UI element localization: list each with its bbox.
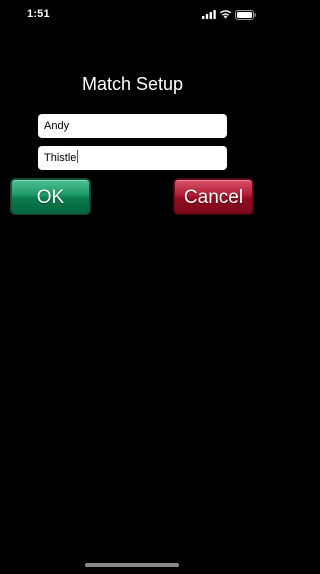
- cancel-button-label: Cancel: [183, 187, 244, 208]
- player2-name-value: Thistle: [44, 152, 77, 164]
- status-time: 1:51: [27, 8, 50, 20]
- ok-button[interactable]: OK: [11, 179, 90, 214]
- home-indicator[interactable]: [85, 563, 179, 567]
- ok-button-label: OK: [36, 187, 65, 208]
- text-cursor: [77, 150, 79, 163]
- status-bar: 1:51: [0, 0, 265, 30]
- wifi-icon: [219, 10, 232, 19]
- page-title: Match Setup: [81, 74, 184, 94]
- battery-icon: [235, 10, 256, 20]
- player1-name-value: Andy: [44, 120, 70, 132]
- signal-icon: [202, 10, 216, 19]
- player1-name-field[interactable]: Andy: [38, 114, 227, 138]
- player2-name-field[interactable]: Thistle: [38, 146, 227, 170]
- cancel-button[interactable]: Cancel: [174, 179, 253, 214]
